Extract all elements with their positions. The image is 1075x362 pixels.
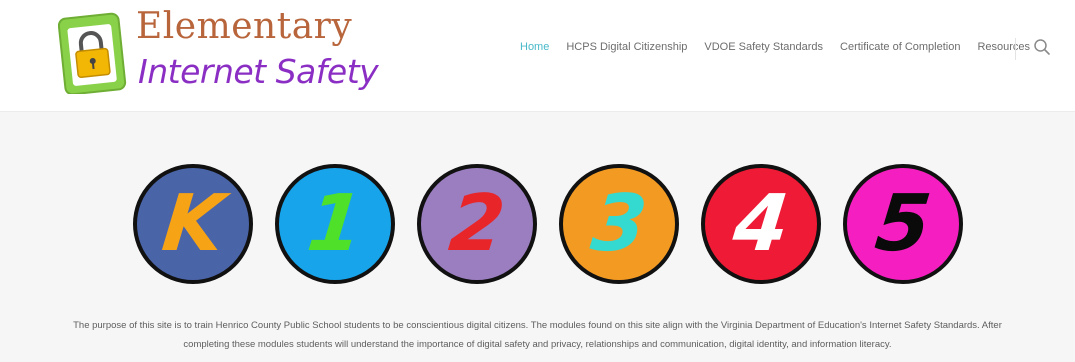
grade-2-label: 2 <box>445 179 509 269</box>
grade-k-button[interactable]: K <box>133 164 253 284</box>
nav-divider <box>1015 38 1016 60</box>
site-header: Elementary Internet Safety Home HCPS Dig… <box>0 0 1075 112</box>
nav-hcps-digital-citizenship[interactable]: HCPS Digital Citizenship <box>566 41 687 53</box>
nav-resources[interactable]: Resources <box>977 41 1030 53</box>
logo-title-internet-safety: Internet Safety <box>138 52 379 91</box>
main-nav: Home HCPS Digital Citizenship VDOE Safet… <box>520 41 1047 53</box>
site-logo[interactable]: Elementary Internet Safety <box>58 6 379 98</box>
grade-3-button[interactable]: 3 <box>559 164 679 284</box>
nav-vdoe-safety-standards[interactable]: VDOE Safety Standards <box>704 41 823 53</box>
nav-certificate-of-completion[interactable]: Certificate of Completion <box>840 41 960 53</box>
description-line-2: completing these modules students will u… <box>183 339 892 350</box>
grade-4-label: 4 <box>729 179 793 269</box>
grade-k-label: K <box>158 179 228 269</box>
site-purpose-description: The purpose of this site is to train Hen… <box>30 316 1045 354</box>
grade-5-button[interactable]: 5 <box>843 164 963 284</box>
description-line-1: The purpose of this site is to train Hen… <box>73 320 1002 331</box>
logo-title-elementary: Elementary <box>136 6 353 47</box>
nav-home[interactable]: Home <box>520 41 549 53</box>
grade-4-button[interactable]: 4 <box>701 164 821 284</box>
grade-1-button[interactable]: 1 <box>275 164 395 284</box>
grade-5-label: 5 <box>871 179 935 269</box>
search-icon[interactable] <box>1033 38 1051 56</box>
grade-3-label: 3 <box>587 179 651 269</box>
grade-2-button[interactable]: 2 <box>417 164 537 284</box>
grade-1-label: 1 <box>303 179 367 269</box>
grade-selector: K 1 2 3 4 5 <box>133 164 963 290</box>
padlock-tablet-icon <box>58 12 127 94</box>
